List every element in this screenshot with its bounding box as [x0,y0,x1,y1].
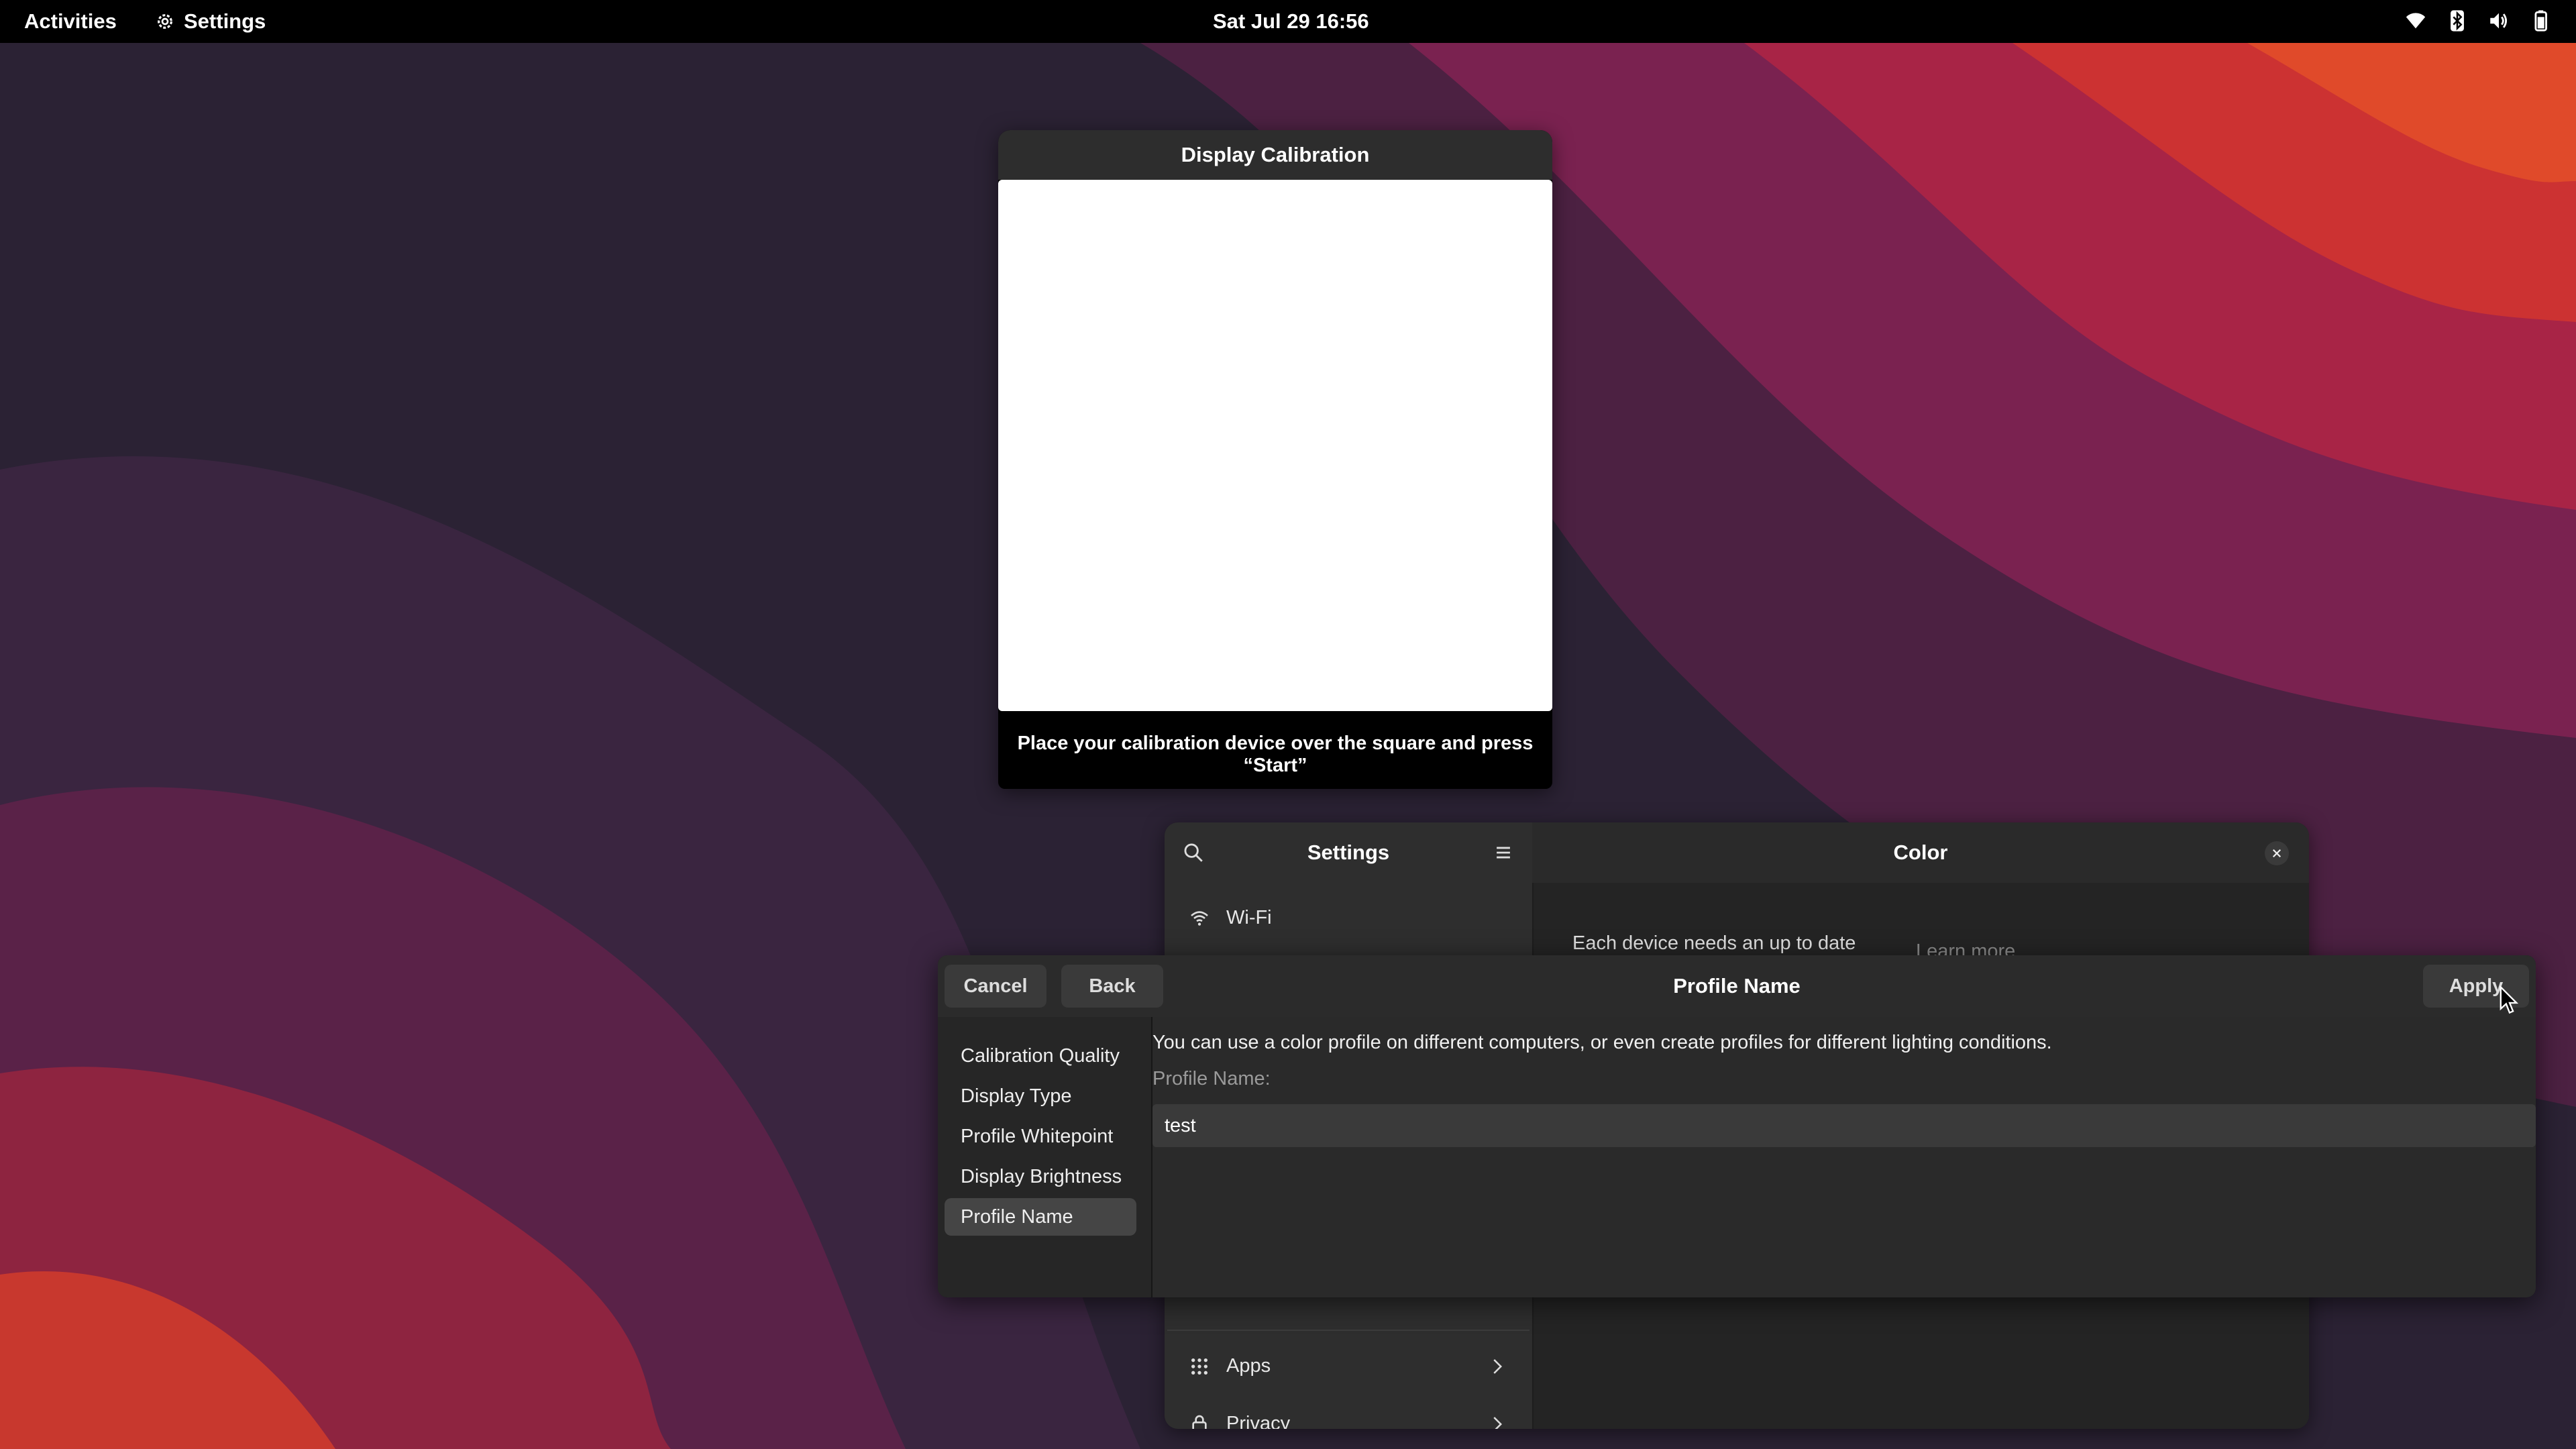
dialog-title: Profile Name [1673,974,1801,998]
sidebar-item-label: Wi-Fi [1226,907,1272,928]
sidebar-item-privacy[interactable]: Privacy [1189,1413,1503,1429]
gear-icon [158,14,172,29]
calibration-instruction: Place your calibration device over the s… [1017,733,1534,776]
sidebar-item-label: Apps [1226,1355,1271,1377]
sidebar-item-wifi[interactable]: Wi-Fi [1189,907,1272,929]
content-title: Color [1893,841,1948,864]
step-display-brightness: Display Brightness [961,1165,1122,1187]
battery-icon [2534,10,2547,32]
display-calibration-window: Display Calibration Place your calibrati… [998,130,1552,789]
step-profile-name: Profile Name [945,1198,1136,1236]
search-icon[interactable] [1182,841,1205,864]
chevron-right-icon [1493,1416,1503,1429]
clock[interactable]: Sat Jul 29 16:56 [1213,9,1369,34]
step-display-type: Display Type [961,1085,1072,1107]
app-menu-label: Settings [184,9,266,33]
profile-name-page: You can use a color profile on different… [1152,1017,2536,1297]
cancel-button[interactable]: Cancel [945,965,1046,1008]
mouse-pointer-icon [2500,986,2519,1014]
step-profile-whitepoint: Profile Whitepoint [961,1125,1114,1147]
intro-text: You can use a color profile on different… [1152,1032,2052,1053]
steps-sidebar: Calibration Quality Display Type Profile… [938,1017,1152,1297]
profile-name-label: Profile Name: [1152,1068,1271,1089]
color-description: Each device needs an up to date [1572,932,1856,954]
calibration-square [998,180,1552,711]
close-icon [2272,849,2282,858]
close-button[interactable] [2265,841,2289,865]
volume-icon [2490,13,2508,29]
bluetooth-icon [2451,10,2464,32]
sidebar-separator [1167,1330,1529,1331]
wifi-icon [1191,910,1208,926]
back-button[interactable]: Back [1061,965,1163,1008]
profile-name-input[interactable]: test [1152,1104,2536,1147]
calibration-assistant-dialog: Profile Name Cancel Back Apply Calibrati… [938,955,2536,1297]
sidebar-title: Settings [1307,841,1390,864]
activities-button[interactable]: Activities [24,9,117,34]
sidebar-item-apps[interactable]: Apps [1189,1355,1503,1377]
app-menu[interactable]: Settings [154,9,266,34]
apps-grid-icon [1191,1358,1208,1375]
chevron-right-icon [1493,1358,1503,1374]
top-bar: Activities Settings Sat Jul 29 16:56 [0,0,2576,43]
wifi-icon [2406,13,2426,29]
lock-icon [1192,1415,1207,1429]
system-tray[interactable] [2404,9,2552,32]
sidebar-item-label: Privacy [1226,1413,1291,1429]
sidebar-header: Settings [1165,822,1532,883]
window-title: Display Calibration [998,130,1552,180]
step-calibration-quality: Calibration Quality [961,1044,1120,1067]
hamburger-menu-icon[interactable] [1492,841,1515,864]
